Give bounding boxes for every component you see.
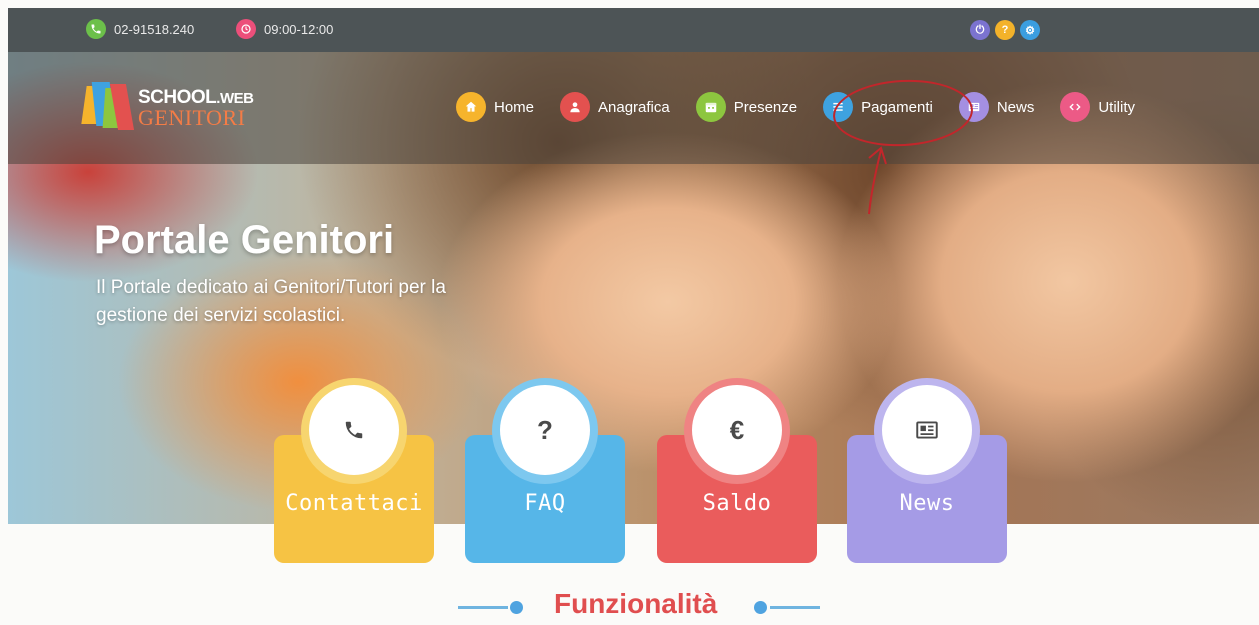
nav-item-anagrafica[interactable]: Anagrafica [560, 92, 670, 122]
user-icon [560, 92, 591, 122]
logo-subtitle: GENITORI [138, 104, 246, 130]
card-saldo[interactable]: € Saldo [657, 378, 817, 563]
calendar-icon [695, 92, 726, 122]
divider-dot-right [754, 601, 767, 614]
euro-icon: € [692, 385, 782, 475]
annotation-arrow [868, 146, 887, 215]
nav-label: Anagrafica [598, 98, 670, 116]
card-label: FAQ [524, 491, 566, 516]
divider-line-left [458, 606, 508, 609]
card-label: Contattaci [285, 491, 423, 516]
top-bar: 02-91518.240 09:00-12:00 ⏻ ? ⚙ [8, 8, 1259, 52]
card-news[interactable]: News [847, 378, 1007, 563]
section-heading: Funzionalità [458, 588, 822, 625]
clock-icon [236, 19, 256, 39]
newspaper-icon [882, 385, 972, 475]
main-nav: Home Anagrafica Presenze Pagamenti News … [456, 92, 1161, 122]
logo-hands-icon [81, 82, 135, 134]
card-faq[interactable]: ? FAQ [465, 378, 625, 563]
office-hours: 09:00-12:00 [236, 19, 333, 39]
hero-subtitle: Il Portale dedicato ai Genitori/Tutori p… [96, 277, 446, 326]
phone-number: 02-91518.240 [114, 21, 195, 37]
home-icon [456, 92, 486, 122]
settings-icon[interactable]: ⚙ [1020, 20, 1040, 40]
card-label: Saldo [702, 491, 772, 516]
hero-banner: SCHOOL.WEB GENITORI Home Anagrafica Pres… [8, 52, 1259, 524]
nav-label: News [996, 98, 1035, 116]
question-icon: ? [500, 385, 590, 475]
section-title: Funzionalità [554, 588, 718, 619]
nav-label: Presenze [733, 98, 798, 116]
card-contattaci[interactable]: Contattaci [274, 378, 434, 563]
card-label: News [899, 491, 955, 516]
nav-item-utility[interactable]: Utility [1060, 92, 1135, 122]
power-icon[interactable]: ⏻ [970, 20, 990, 40]
logo[interactable]: SCHOOL.WEB GENITORI [81, 82, 254, 134]
phone-contact[interactable]: 02-91518.240 [86, 19, 194, 39]
link-icon [1060, 92, 1091, 122]
phone-icon [86, 19, 106, 39]
logo-title: SCHOOL.WEB [138, 86, 254, 108]
help-icon[interactable]: ? [995, 20, 1015, 40]
nav-label: Utility [1098, 98, 1136, 116]
hero-title: Portale Genitori [94, 218, 395, 262]
divider-line-right [770, 606, 820, 609]
nav-label: Home [494, 98, 535, 116]
page: 02-91518.240 09:00-12:00 ⏻ ? ⚙ SCHOOL.WE… [0, 0, 1259, 625]
nav-item-presenze[interactable]: Presenze [695, 92, 798, 122]
phone-icon [309, 385, 399, 475]
hours-text: 09:00-12:00 [264, 21, 334, 37]
divider-dot-left [510, 601, 523, 614]
nav-item-home[interactable]: Home [456, 92, 534, 122]
